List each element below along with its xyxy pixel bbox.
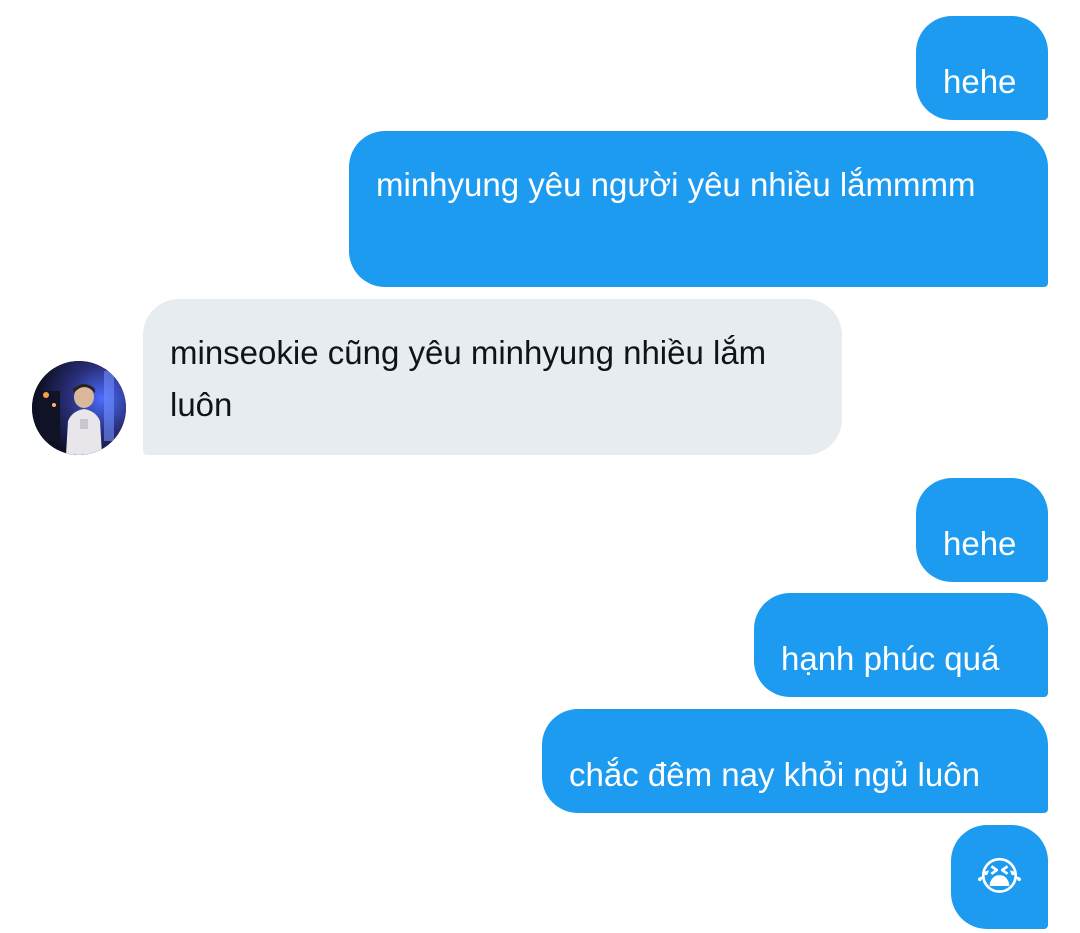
- message-text: hehe: [943, 62, 1017, 100]
- message-text: chắc đêm nay khỏi ngủ luôn: [569, 755, 980, 793]
- message-text: hehe: [943, 524, 1017, 562]
- sent-message-bubble[interactable]: hehe: [916, 478, 1048, 582]
- received-message-bubble[interactable]: minseokie cũng yêu minhyung nhiều lắm lu…: [143, 299, 842, 455]
- loudly-crying-face-icon: 😭: [976, 855, 1023, 899]
- sent-message-bubble[interactable]: minhyung yêu người yêu nhiều lắmmmm: [349, 131, 1048, 287]
- message-text: minseokie cũng yêu minhyung nhiều lắm lu…: [170, 334, 767, 423]
- sent-message-bubble[interactable]: hehe: [916, 16, 1048, 120]
- contact-avatar[interactable]: [32, 361, 126, 455]
- message-text: minhyung yêu người yêu nhiều lắmmmm: [376, 166, 976, 203]
- sent-message-bubble[interactable]: hạnh phúc quá: [754, 593, 1048, 697]
- message-thread: hehe minhyung yêu người yêu nhiều lắmmmm: [0, 0, 1080, 933]
- sent-message-bubble[interactable]: chắc đêm nay khỏi ngủ luôn: [542, 709, 1048, 813]
- sent-emoji-bubble[interactable]: 😭: [951, 825, 1048, 929]
- message-text: hạnh phúc quá: [781, 639, 1000, 677]
- avatar-photo-icon: [32, 361, 126, 455]
